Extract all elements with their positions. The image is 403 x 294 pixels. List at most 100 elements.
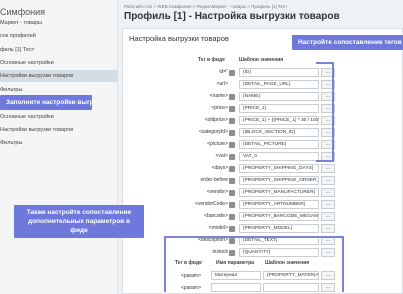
sidebar-item-main-settings[interactable]: Основные настройки bbox=[0, 57, 118, 69]
sidebar-item-export-settings[interactable]: Настройки выгрузки товаров bbox=[0, 70, 118, 82]
table-row: id=" {ID} ... bbox=[123, 67, 403, 78]
row-checkbox[interactable] bbox=[229, 189, 235, 196]
param-col-header-template: Шаблон значения bbox=[265, 260, 310, 266]
sidebar-title: Симфония bbox=[0, 7, 45, 17]
template-input[interactable]: {PROPERTY_MODEL} bbox=[239, 224, 319, 233]
panel-title: Настройка выгрузки товаров bbox=[129, 34, 229, 43]
row-checkbox[interactable] bbox=[229, 141, 235, 148]
star-icon[interactable]: ☆ bbox=[301, 11, 310, 22]
table-row: <barcode> {PROPERTY_BARCODE_MEGAMARKET} … bbox=[123, 211, 403, 222]
tag-label: <name> bbox=[209, 93, 228, 99]
breadcrumb[interactable]: Рабочий стол > WEB Симфония > ЯндексМарк… bbox=[124, 4, 287, 9]
table-row: <oldprice> {PRICE_1} + ({PRICE_1} * 30 /… bbox=[123, 115, 403, 126]
template-input[interactable]: {IBLOCK_SECTION_ID} bbox=[239, 128, 319, 137]
tag-label: <oldprice> bbox=[204, 117, 228, 123]
callout-connector bbox=[332, 62, 334, 162]
callout-map-tags: Настройте сопоставление тегов bbox=[292, 35, 403, 50]
template-input[interactable]: {NAME} bbox=[239, 92, 319, 101]
param-col-header-tag: Тег в фиде bbox=[175, 260, 202, 266]
callout-fill-settings: Заполните настройки выгрузки bbox=[0, 95, 92, 110]
param-insert-button[interactable]: ... bbox=[321, 271, 335, 280]
insert-button[interactable]: ... bbox=[321, 188, 335, 197]
param-tag-label: <param> bbox=[181, 285, 202, 291]
table-row: order-before {PROPERTY_SHIPPING_ORDER_BE… bbox=[123, 175, 403, 186]
sidebar: Симфония Маркет - товары сок профилей фи… bbox=[0, 0, 118, 294]
row-checkbox[interactable] bbox=[229, 93, 235, 100]
tag-label: instock bbox=[212, 249, 228, 255]
template-input[interactable]: {PROPERTY_MANUFACTURER} bbox=[239, 188, 319, 197]
row-checkbox[interactable] bbox=[229, 213, 235, 220]
tag-label: id=" bbox=[219, 69, 228, 75]
insert-button[interactable]: ... bbox=[321, 248, 335, 257]
table-row: <picture> {DETAIL_PICTURE} ... bbox=[123, 139, 403, 150]
tag-label: <vat> bbox=[215, 153, 228, 159]
param-name-input[interactable]: Материал bbox=[211, 271, 261, 280]
col-header-tag: Тег в фиде bbox=[198, 57, 225, 63]
col-header-template: Шаблон значения bbox=[239, 57, 284, 63]
param-insert-button[interactable]: ... bbox=[321, 283, 335, 292]
table-row: <categoryId> {IBLOCK_SECTION_ID} ... bbox=[123, 127, 403, 138]
sidebar-item-filters-2[interactable]: Фильтры bbox=[0, 137, 118, 149]
template-input[interactable]: {DETAIL_PAGE_URL} bbox=[239, 80, 319, 89]
callout-connector bbox=[316, 62, 334, 64]
callout-connector bbox=[164, 236, 166, 292]
row-checkbox[interactable] bbox=[229, 201, 235, 208]
template-input[interactable]: {PRICE_1} + ({PRICE_1} * 30 / 100) bbox=[239, 116, 319, 125]
callout-connector bbox=[164, 236, 344, 238]
sidebar-item-profile-1[interactable]: филь [1] Тест bbox=[0, 44, 118, 56]
row-checkbox[interactable] bbox=[229, 69, 235, 76]
tag-label: <days> bbox=[211, 165, 228, 171]
param-name-input[interactable] bbox=[211, 283, 261, 292]
tag-label: <price> bbox=[211, 105, 228, 111]
callout-params: Также настройте сопоставление дополнител… bbox=[14, 205, 144, 238]
template-input[interactable]: {PRICE_1} bbox=[239, 104, 319, 113]
table-row: <vat> VAT_0 ... bbox=[123, 151, 403, 162]
row-checkbox[interactable] bbox=[229, 129, 235, 136]
table-row: <vendor> {PROPERTY_MANUFACTURER} ... bbox=[123, 187, 403, 198]
table-row: <vendorCode> {PROPERTY_ARTNUMBER} ... bbox=[123, 199, 403, 210]
table-row: <url> {DETAIL_PAGE_URL} ... bbox=[123, 79, 403, 90]
row-checkbox[interactable] bbox=[229, 177, 235, 184]
insert-button[interactable]: ... bbox=[321, 224, 335, 233]
row-checkbox[interactable] bbox=[229, 249, 235, 256]
row-checkbox[interactable] bbox=[229, 237, 235, 244]
tag-label: <picture> bbox=[207, 141, 228, 147]
table-row: <price> {PRICE_1} ... bbox=[123, 103, 403, 114]
row-checkbox[interactable] bbox=[229, 165, 235, 172]
table-row: <name> {NAME} ... bbox=[123, 91, 403, 102]
tag-label: <categoryId> bbox=[198, 129, 228, 135]
row-checkbox[interactable] bbox=[229, 153, 235, 160]
param-col-header-name: Имя параметра bbox=[216, 260, 254, 266]
row-checkbox[interactable] bbox=[229, 225, 235, 232]
insert-button[interactable]: ... bbox=[321, 176, 335, 185]
template-input[interactable]: {PROPERTY_BARCODE_MEGAMARKET} bbox=[239, 212, 319, 221]
param-template-input[interactable]: {PROPERTY_MATERIAL} bbox=[263, 271, 319, 280]
row-checkbox[interactable] bbox=[229, 117, 235, 124]
param-tag-label: <param> bbox=[181, 273, 202, 279]
insert-button[interactable]: ... bbox=[321, 200, 335, 209]
template-input[interactable]: VAT_0 bbox=[239, 152, 319, 161]
tag-label: <url> bbox=[216, 81, 228, 87]
template-input[interactable]: {PROPERTY_SHIPPING_DAYS} bbox=[239, 164, 319, 173]
template-input[interactable]: {DETAIL_PICTURE} bbox=[239, 140, 319, 149]
table-row: <days> {PROPERTY_SHIPPING_DAYS} ... bbox=[123, 163, 403, 174]
tag-label: <vendor> bbox=[206, 189, 228, 195]
template-input[interactable]: {QUANTITY} bbox=[239, 248, 319, 257]
insert-button[interactable]: ... bbox=[321, 212, 335, 221]
tag-label: <barcode> bbox=[204, 213, 228, 219]
callout-connector bbox=[316, 160, 334, 162]
insert-button[interactable]: ... bbox=[321, 164, 335, 173]
sidebar-item-main-settings-2[interactable]: Основные настройки bbox=[0, 111, 118, 123]
table-row: <model> {PROPERTY_MODEL} ... bbox=[123, 223, 403, 234]
sidebar-item-market[interactable]: Маркет - товары bbox=[0, 17, 118, 29]
sidebar-item-export-settings-2[interactable]: Настройки выгрузки товаров bbox=[0, 124, 118, 136]
sidebar-item-profiles[interactable]: сок профилей bbox=[0, 30, 118, 42]
tag-label: order-before bbox=[200, 177, 228, 183]
row-checkbox[interactable] bbox=[229, 105, 235, 112]
tag-label: <vendorCode> bbox=[194, 201, 228, 207]
template-input[interactable]: {PROPERTY_ARTNUMBER} bbox=[239, 200, 319, 209]
template-input[interactable]: {PROPERTY_SHIPPING_ORDER_BEFORE} bbox=[239, 176, 319, 185]
param-template-input[interactable] bbox=[263, 283, 319, 292]
callout-connector bbox=[342, 236, 344, 292]
template-input[interactable]: {ID} bbox=[239, 68, 319, 77]
